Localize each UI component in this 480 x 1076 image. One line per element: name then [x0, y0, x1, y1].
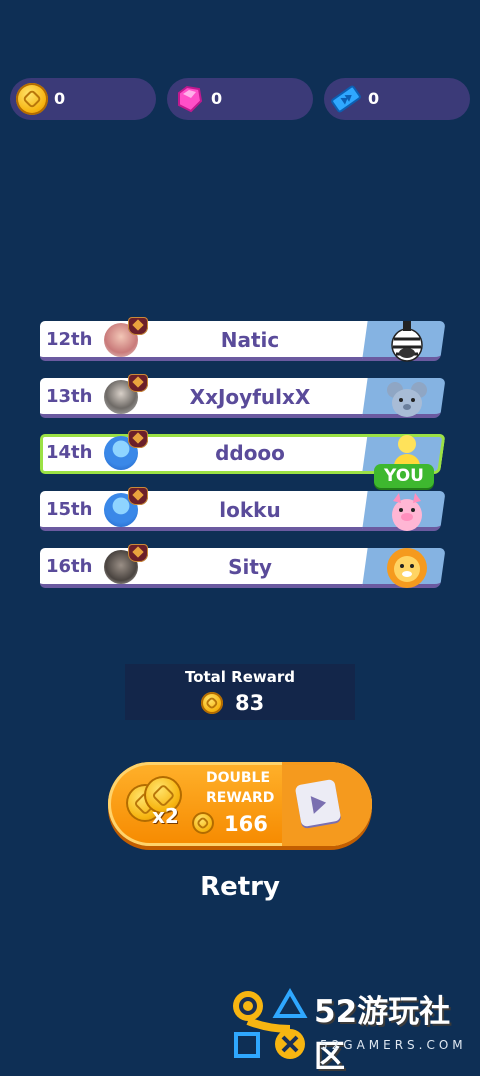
rank-label: 14th: [46, 442, 93, 463]
watermark-logo-icon: [228, 984, 312, 1064]
double-reward-button[interactable]: x2 DOUBLE REWARD 166: [108, 762, 372, 846]
total-reward-label: Total Reward: [184, 668, 296, 686]
watermark-title: 52游玩社区: [314, 994, 451, 1075]
multiplier-label: x2: [152, 804, 179, 828]
total-reward-panel: Total Reward 83: [125, 664, 355, 720]
gem-icon: [173, 83, 205, 115]
reward-label: REWARD: [206, 790, 275, 806]
leaderboard-row: 12th Natic: [40, 317, 446, 363]
player-name: Sity: [228, 555, 272, 579]
leaderboard-row: 16th Sity: [40, 544, 446, 590]
pig-icon: [384, 489, 430, 533]
coin-icon: [192, 812, 214, 834]
player-name: ddooo: [215, 441, 285, 465]
gem-count: 0: [211, 89, 223, 108]
leaderboard-row: 15th lokku: [40, 487, 446, 533]
player-name: XxJoyfulxX: [189, 385, 311, 409]
coin-counter: 0: [10, 78, 156, 120]
rank-badge-icon: [128, 430, 148, 448]
player-name: Natic: [220, 328, 280, 352]
rank-badge-icon: [128, 544, 148, 562]
leaderboard-row-you: 14th ddooo YOU: [40, 430, 446, 488]
ticket-icon: [330, 83, 362, 115]
double-reward-amount: 166: [224, 812, 268, 836]
rank-label: 15th: [46, 499, 93, 520]
double-label: DOUBLE: [206, 770, 271, 786]
watermark-url: 52GAMERS.COM: [320, 1038, 467, 1052]
ticket-counter: 0: [324, 78, 470, 120]
watermark: 52游玩社区 52GAMERS.COM: [228, 984, 480, 1075]
mouse-icon: [384, 376, 430, 420]
coin-icon: [16, 83, 48, 115]
rank-label: 12th: [46, 329, 93, 350]
player-name: lokku: [219, 498, 281, 522]
lion-icon: [384, 546, 430, 590]
you-badge: YOU: [374, 464, 434, 488]
coin-count: 0: [54, 89, 66, 108]
retry-button[interactable]: Retry: [0, 872, 480, 902]
rank-badge-icon: [128, 374, 148, 392]
ticket-count: 0: [368, 89, 380, 108]
rank-badge-icon: [128, 487, 148, 505]
leaderboard-row: 13th XxJoyfulxX: [40, 374, 446, 420]
rank-badge-icon: [128, 317, 148, 335]
gem-counter: 0: [167, 78, 313, 120]
coin-icon: [201, 692, 223, 714]
video-ad-icon: [294, 778, 342, 828]
rank-label: 16th: [46, 556, 93, 577]
rank-label: 13th: [46, 386, 93, 407]
total-reward-amount: 83: [235, 691, 265, 715]
zebra-icon: [384, 319, 430, 363]
